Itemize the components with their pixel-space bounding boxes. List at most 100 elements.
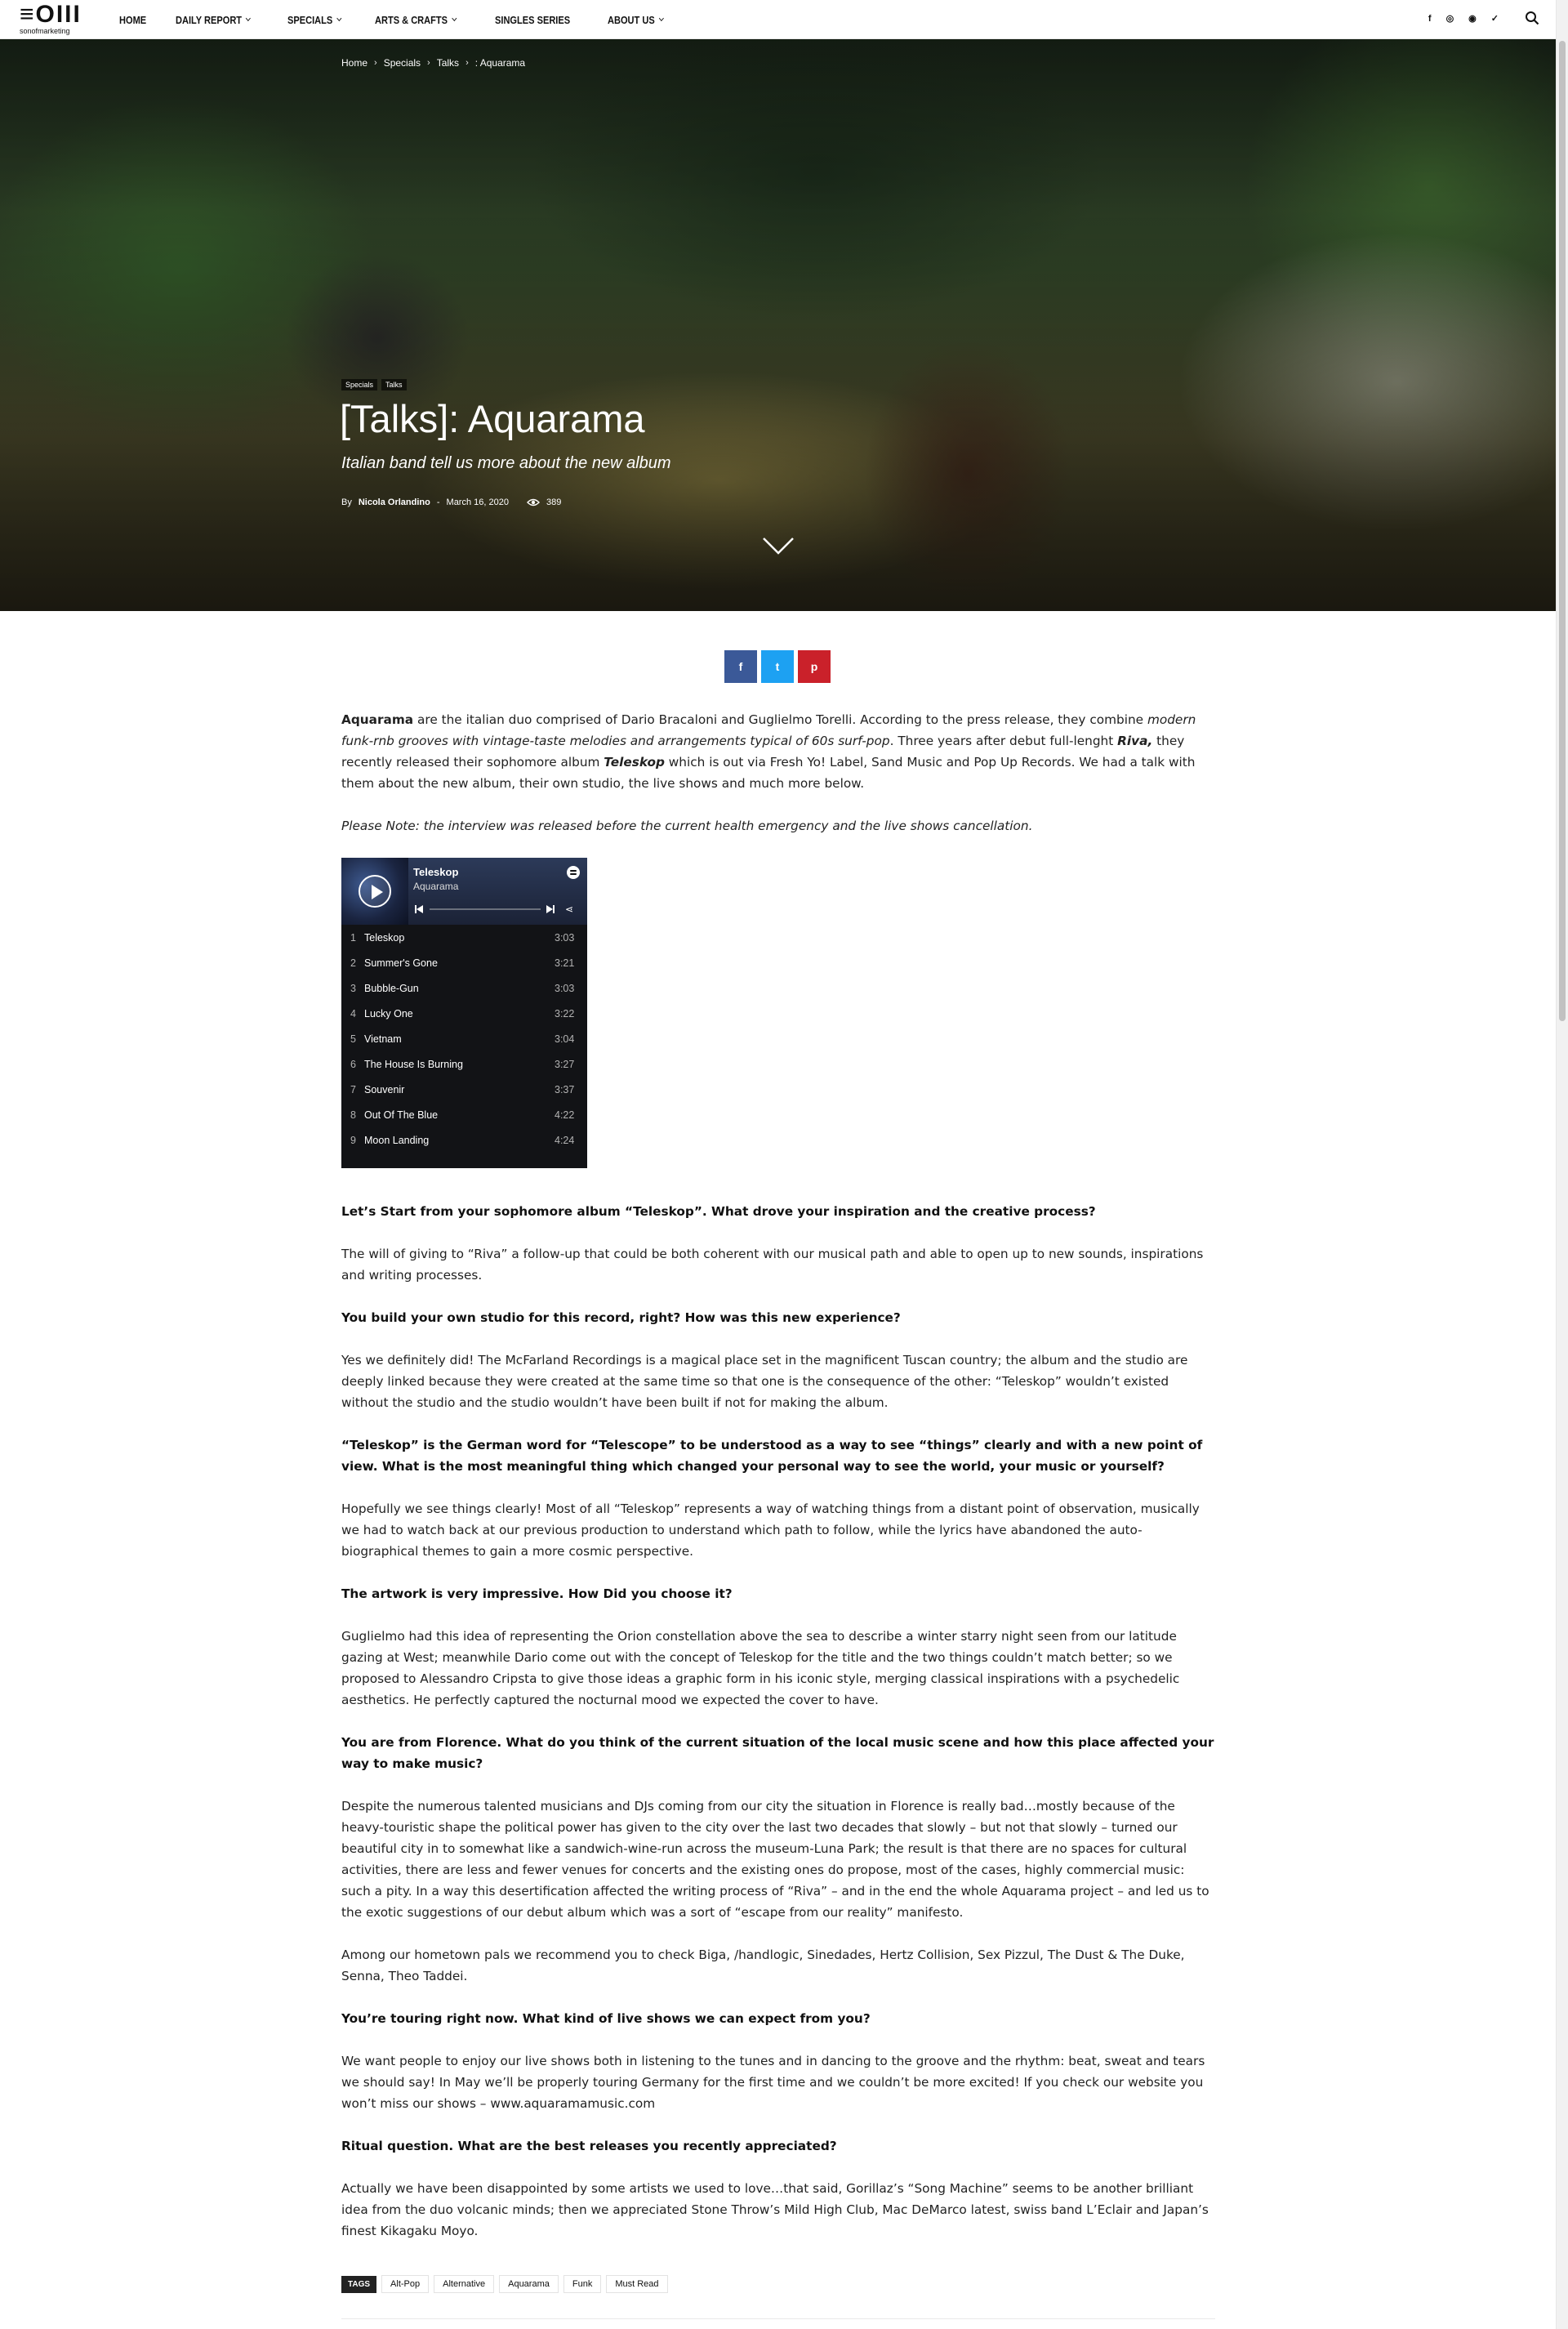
track-title: Summer's Gone xyxy=(364,957,438,969)
spotify-icon[interactable] xyxy=(567,866,580,879)
publish-date: March 16, 2020 xyxy=(446,497,509,507)
scrollbar-thumb[interactable] xyxy=(1559,41,1566,1021)
category-badge-talks[interactable]: Talks xyxy=(381,379,407,390)
menu-item-about-us[interactable]: ABOUT US xyxy=(608,13,665,26)
interview-question: Ritual question. What are the best relea… xyxy=(341,2139,837,2153)
track-number: 6 xyxy=(350,1058,356,1070)
interview-question: You are from Florence. What do you think… xyxy=(341,1735,1214,1771)
track-row[interactable]: 5 Vietnam 3:04 xyxy=(341,1026,587,1051)
menu-label: HOME xyxy=(119,13,147,26)
chevron-down-icon[interactable] xyxy=(761,536,795,555)
track-title: Teleskop xyxy=(364,931,405,944)
category-badges: Specials Talks xyxy=(341,379,407,390)
pinterest-icon: p xyxy=(810,660,818,673)
hero-image: Home › Specials › Talks › : Aquarama Spe… xyxy=(0,39,1556,611)
track-duration: 3:37 xyxy=(555,1083,575,1095)
interview-answer: Despite the numerous talented musicians … xyxy=(341,1799,1209,1920)
track-row[interactable]: 6 The House Is Burning 3:27 xyxy=(341,1051,587,1077)
breadcrumb-home[interactable]: Home xyxy=(341,57,368,69)
tags-label: TAGS xyxy=(341,2275,377,2293)
track-duration: 3:22 xyxy=(555,1007,575,1019)
search-icon[interactable] xyxy=(1525,11,1539,25)
breadcrumb-separator: › xyxy=(466,58,469,68)
tag-link[interactable]: Alt-Pop xyxy=(381,2275,430,2293)
track-duration: 3:04 xyxy=(555,1033,575,1045)
menu-label: ARTS & CRAFTS xyxy=(375,13,448,26)
menu-item-arts-crafts[interactable]: ARTS & CRAFTS xyxy=(375,13,457,26)
track-title: Souvenir xyxy=(364,1083,405,1095)
view-count: 389 xyxy=(546,497,562,507)
interview-note: Please Note: the interview was released … xyxy=(341,819,1033,833)
logo-subtitle: sonofmarketing xyxy=(20,27,70,35)
tag-link[interactable]: Funk xyxy=(563,2275,602,2293)
tag-link[interactable]: Aquarama xyxy=(499,2275,559,2293)
share-icon[interactable]: ⋖ xyxy=(565,903,573,915)
interview-answer: Among our hometown pals we recommend you… xyxy=(341,1948,1185,1983)
play-icon[interactable] xyxy=(359,875,391,908)
share-buttons: f t p xyxy=(724,650,831,683)
player-artist[interactable]: Aquarama xyxy=(413,881,458,892)
previous-track-icon[interactable] xyxy=(415,905,423,913)
player-header: Teleskop Aquarama ⋖ xyxy=(341,858,587,925)
page-scrollbar[interactable] xyxy=(1556,0,1568,2329)
band-name: Aquarama xyxy=(341,712,414,727)
tag-link[interactable]: Must Read xyxy=(606,2275,668,2293)
intro-text: . Three years after debut full-lenght xyxy=(889,734,1118,748)
category-badge-specials[interactable]: Specials xyxy=(341,379,378,390)
facebook-icon[interactable]: f xyxy=(1428,14,1432,24)
chevron-down-icon xyxy=(659,15,665,22)
track-number: 4 xyxy=(350,1007,356,1019)
track-duration: 4:22 xyxy=(555,1109,575,1121)
track-number: 2 xyxy=(350,957,356,969)
track-number: 8 xyxy=(350,1109,356,1121)
menu-item-home[interactable]: HOME xyxy=(119,14,146,26)
article-body: Aquarama are the italian duo comprised o… xyxy=(341,709,1215,2263)
article-subtitle: Italian band tell us more about the new … xyxy=(341,454,671,472)
track-row[interactable]: 4 Lucky One 3:22 xyxy=(341,1001,587,1026)
menu-label: SPECIALS xyxy=(287,13,333,26)
intro-text: are the italian duo comprised of Dario B… xyxy=(413,712,1147,727)
menu-label: ABOUT US xyxy=(608,13,656,26)
track-row[interactable]: 8 Out Of The Blue 4:22 xyxy=(341,1102,587,1127)
pinterest-share-button[interactable]: p xyxy=(798,650,831,683)
interview-question: You build your own studio for this recor… xyxy=(341,1310,901,1325)
menu-item-singles-series[interactable]: SINGLES SERIES xyxy=(495,14,570,26)
top-nav: ≡OIII sonofmarketing HOME DAILY REPORT S… xyxy=(0,0,1556,39)
progress-bar[interactable] xyxy=(430,908,541,910)
reddit-icon[interactable]: ◉ xyxy=(1468,13,1477,24)
track-duration: 3:03 xyxy=(555,982,575,994)
track-row[interactable]: 1 Teleskop 3:03 xyxy=(341,925,587,950)
interview-question: “Teleskop” is the German word for “Teles… xyxy=(341,1438,1203,1474)
instagram-icon[interactable]: ◎ xyxy=(1446,13,1454,24)
track-duration: 3:03 xyxy=(555,931,575,944)
interview-answer: We want people to enjoy our live shows b… xyxy=(341,2054,1205,2111)
author-link[interactable]: Nicola Orlandino xyxy=(359,497,430,507)
track-row[interactable]: 3 Bubble-Gun 3:03 xyxy=(341,975,587,1001)
intro-paragraph: Aquarama are the italian duo comprised o… xyxy=(341,709,1215,794)
twitter-share-button[interactable]: t xyxy=(761,650,794,683)
menu-item-specials[interactable]: SPECIALS xyxy=(287,13,342,26)
facebook-icon: f xyxy=(738,660,743,673)
menu-item-daily-report[interactable]: DAILY REPORT xyxy=(176,14,252,26)
breadcrumb: Home › Specials › Talks › : Aquarama xyxy=(341,57,525,69)
track-duration: 3:27 xyxy=(555,1058,575,1070)
site-logo[interactable]: ≡OIII sonofmarketing xyxy=(20,2,90,37)
track-title: Lucky One xyxy=(364,1007,413,1019)
twitter-icon: t xyxy=(775,660,780,673)
twitter-icon[interactable]: ✓ xyxy=(1491,13,1499,24)
track-title: Bubble-Gun xyxy=(364,982,419,994)
track-row[interactable]: 9 Moon Landing 4:24 xyxy=(341,1127,587,1153)
breadcrumb-specials[interactable]: Specials xyxy=(384,57,421,69)
interview-answer: Actually we have been disappointed by so… xyxy=(341,2181,1209,2238)
tag-link[interactable]: Alternative xyxy=(434,2275,495,2293)
track-row[interactable]: 7 Souvenir 3:37 xyxy=(341,1077,587,1102)
hero-overlay xyxy=(0,39,1556,611)
interview-answer: Hopefully we see things clearly! Most of… xyxy=(341,1501,1200,1559)
menu-label: SINGLES SERIES xyxy=(495,13,571,26)
track-row[interactable]: 2 Summer's Gone 3:21 xyxy=(341,950,587,975)
facebook-share-button[interactable]: f xyxy=(724,650,757,683)
player-album-title[interactable]: Teleskop xyxy=(413,866,458,878)
breadcrumb-talks[interactable]: Talks xyxy=(437,57,459,69)
next-track-icon[interactable] xyxy=(546,905,555,913)
album-riva: Riva, xyxy=(1117,734,1153,748)
